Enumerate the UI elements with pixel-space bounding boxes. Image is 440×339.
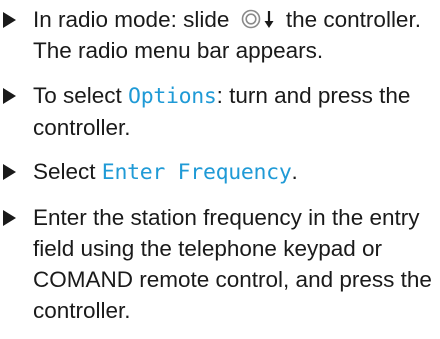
step-1-result: The radio menu bar appears.: [33, 38, 324, 63]
step-3: Select Enter Frequency.: [0, 156, 440, 188]
bullet-arrow-icon: [3, 87, 16, 104]
step-1-text-before: In radio mode: slide: [33, 7, 236, 32]
bullet-arrow-icon: [3, 12, 16, 28]
bullet-arrow-icon: [3, 164, 16, 180]
step-2: To select Options: turn and press the co…: [0, 80, 440, 143]
instruction-steps: In radio mode: slide the controller. The…: [0, 4, 440, 339]
step-3-text-after: .: [291, 159, 298, 184]
step-4-text: Enter the station frequency in the entry…: [33, 204, 432, 323]
menu-item-options: Options: [128, 83, 217, 109]
step-2-text-before: To select: [33, 82, 129, 108]
controller-slide-down-icon: [241, 9, 277, 29]
bullet-arrow-icon: [3, 209, 16, 226]
step-3-text-before: Select: [33, 159, 102, 184]
step-1-text-after: the controller.: [279, 7, 421, 32]
step-4: Enter the station frequency in the entry…: [0, 202, 440, 326]
menu-item-enter-frequency: Enter Frequency: [101, 160, 292, 185]
step-1: In radio mode: slide the controller. The…: [0, 4, 440, 66]
